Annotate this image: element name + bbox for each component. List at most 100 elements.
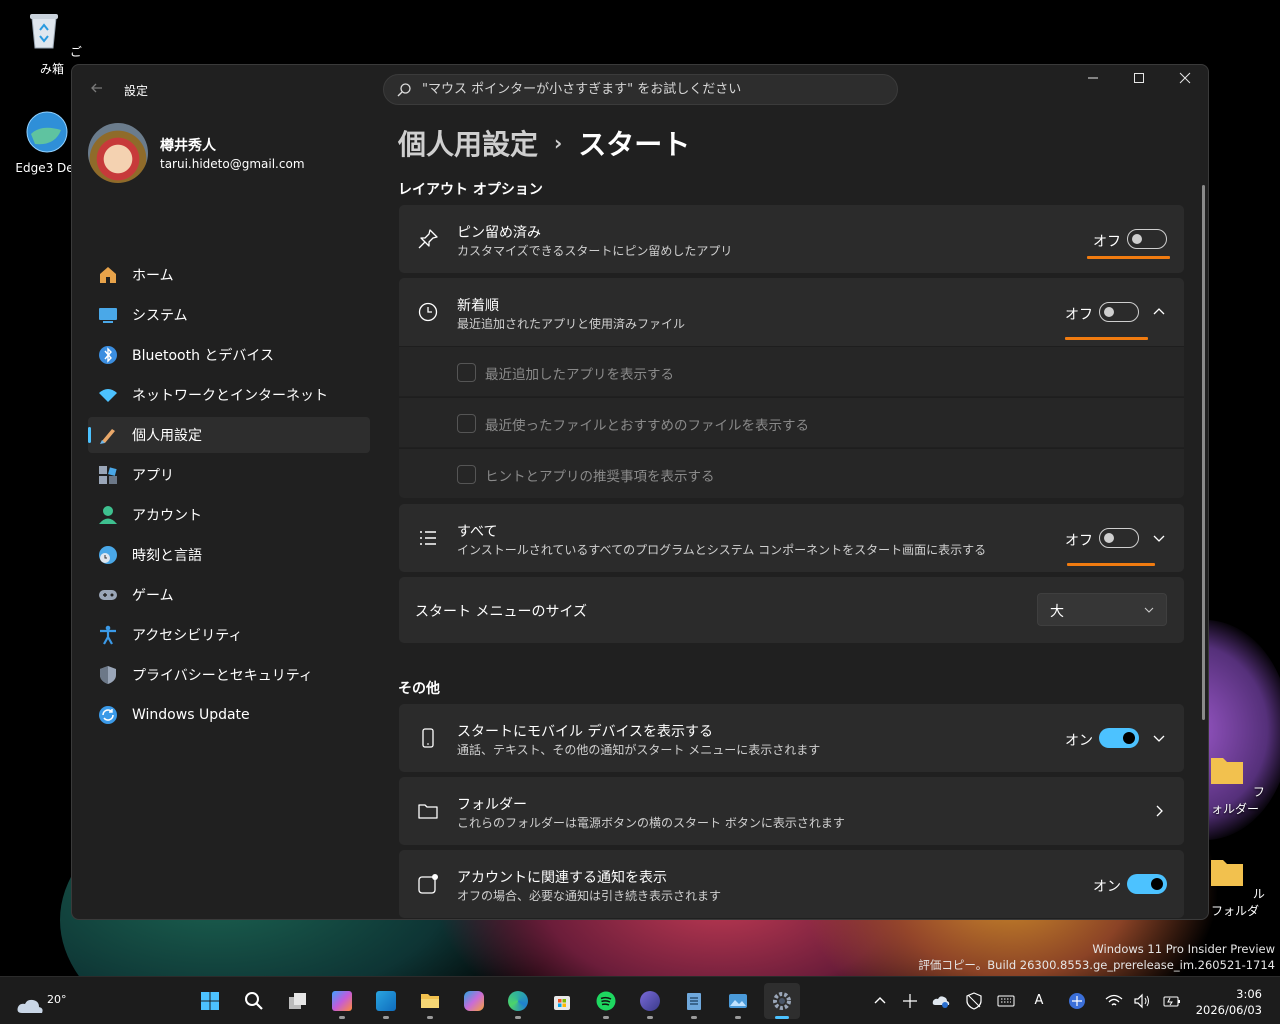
sidebar-item-home[interactable]: ホーム [88, 257, 370, 293]
photos-app[interactable] [720, 983, 756, 1019]
settings-app[interactable] [764, 983, 800, 1019]
close-button[interactable] [1162, 65, 1208, 97]
setting-title: スタート メニューのサイズ [415, 604, 588, 620]
taskbar: 20° A 3:06 2026/06/03 [0, 976, 1280, 1024]
onedrive-icon[interactable] [932, 992, 950, 1010]
gaming-icon [99, 590, 117, 600]
chevron-down-icon [1144, 607, 1154, 613]
m365-app[interactable] [324, 983, 360, 1019]
search-input[interactable] [422, 75, 882, 104]
breadcrumb-parent[interactable]: 個人用設定 [398, 128, 538, 161]
sidebar-item-privacy[interactable]: プライバシーとセキュリティ [88, 657, 370, 693]
option-label: 最近使ったファイルとおすすめのファイルを表示する [485, 418, 809, 434]
sidebar-item-label: 個人用設定 [132, 428, 202, 444]
recent-option-row: 最近使ったファイルとおすすめのファイルを表示する [399, 397, 1184, 447]
sidebar-item-bluetooth[interactable]: Bluetooth とデバイス [88, 337, 370, 373]
store-preview-icon [376, 991, 396, 1011]
setting-title: ピン留め済み [457, 225, 541, 241]
title-bar: 設定 [72, 65, 1208, 113]
settings-search[interactable] [383, 74, 898, 105]
chevron-up-icon[interactable] [1151, 304, 1167, 320]
spotify-icon [596, 991, 616, 1011]
clock-icon [418, 302, 438, 322]
chevron-down-icon[interactable] [1151, 730, 1167, 746]
desktop-icon-folder-2[interactable]: ルフォルダ [1200, 850, 1270, 919]
notepad-app[interactable] [676, 983, 712, 1019]
watermark-line: Windows 11 Pro Insider Preview [1092, 942, 1275, 956]
terminal-app[interactable] [632, 983, 668, 1019]
terminal-icon [640, 991, 660, 1011]
recent-option-row: 最近追加したアプリを表示する [399, 346, 1184, 396]
sidebar-item-network[interactable]: ネットワークとインターネット [88, 377, 370, 413]
system-clock[interactable]: 3:06 2026/06/03 [1196, 986, 1262, 1018]
battery-icon[interactable] [1163, 992, 1181, 1010]
pin-icon [418, 229, 438, 249]
wifi-icon[interactable] [1105, 992, 1123, 1010]
setting-description: カスタマイズできるスタートにピン留めしたアプリ [457, 244, 733, 258]
sidebar-item-apps[interactable]: アプリ [88, 457, 370, 493]
copilot-app[interactable] [456, 983, 492, 1019]
recent-files-checkbox[interactable] [457, 414, 476, 433]
minimize-button[interactable] [1070, 65, 1116, 97]
folders-setting-card[interactable]: フォルダー これらのフォルダーは電源ボタンの横のスタート ボタンに表示されます [399, 777, 1184, 845]
highlight-underline [1067, 563, 1155, 566]
sidebar-item-windows-update[interactable]: Windows Update [88, 697, 370, 733]
desktop-icon-folder[interactable]: フォルダー [1200, 748, 1270, 817]
sidebar-item-personalization[interactable]: 個人用設定 [88, 417, 370, 453]
spotify-app[interactable] [588, 983, 624, 1019]
sidebar-item-system[interactable]: システム [88, 297, 370, 333]
start-button[interactable] [192, 983, 228, 1019]
file-explorer-app[interactable] [412, 983, 448, 1019]
weather-widget[interactable]: 20° [16, 985, 67, 1017]
ime-mode-indicator[interactable]: A [1030, 992, 1048, 1010]
sidebar-item-time-language[interactable]: 時刻と言語 [88, 537, 370, 573]
maximize-button[interactable] [1116, 65, 1162, 97]
search-button[interactable] [236, 983, 272, 1019]
apps-icon [99, 466, 117, 484]
section-title-layout: レイアウト オプション [398, 182, 543, 198]
sidebar-item-label: Windows Update [132, 707, 250, 723]
move-icon[interactable] [901, 992, 919, 1010]
recent-setting-card[interactable]: 新着順 最近追加されたアプリと使用済みファイル オフ [399, 278, 1184, 346]
time-language-icon [99, 546, 117, 564]
task-view-button[interactable] [280, 983, 316, 1019]
pinned-toggle[interactable] [1127, 229, 1167, 249]
recent-apps-checkbox[interactable] [457, 363, 476, 382]
content-scrollbar[interactable] [1202, 185, 1205, 720]
sidebar-item-gaming[interactable]: ゲーム [88, 577, 370, 613]
chevron-up-icon[interactable] [871, 992, 889, 1010]
toggle-state-label: オフ [1065, 307, 1093, 323]
back-arrow-icon [91, 83, 102, 93]
start-size-dropdown[interactable]: 大 [1037, 593, 1167, 626]
photos-icon [729, 994, 747, 1008]
highlight-underline [1087, 256, 1170, 259]
tips-checkbox[interactable] [457, 465, 476, 484]
back-button[interactable] [86, 79, 108, 101]
profile-name: 樽井秀人 [160, 138, 216, 154]
mobile-device-setting-card[interactable]: スタートにモバイル デバイスを表示する 通話、テキスト、その他の通知がスタート … [399, 704, 1184, 772]
chevron-down-icon[interactable] [1151, 530, 1167, 546]
edge-app[interactable] [500, 983, 536, 1019]
recent-option-row: ヒントとアプリの推奨事項を表示する [399, 448, 1184, 498]
vpn-icon[interactable] [1068, 992, 1086, 1010]
setting-description: 最近追加されたアプリと使用済みファイル [457, 317, 686, 331]
app-title: 設定 [124, 84, 149, 98]
mobile-device-toggle[interactable] [1099, 728, 1139, 748]
chevron-right-icon[interactable] [1151, 803, 1167, 819]
avatar [88, 123, 148, 183]
all-apps-setting-card[interactable]: すべて インストールされているすべてのプログラムとシステム コンポーネントをスタ… [399, 504, 1184, 572]
user-profile[interactable]: 樽井秀人 tarui.hideto@gmail.com [88, 123, 378, 183]
volume-icon[interactable] [1133, 992, 1151, 1010]
account-notification-toggle[interactable] [1127, 874, 1167, 894]
recent-toggle[interactable] [1099, 302, 1139, 322]
setting-title: すべて [457, 524, 498, 540]
sidebar-item-accessibility[interactable]: アクセシビリティ [88, 617, 370, 653]
microsoft-store-app[interactable] [544, 983, 580, 1019]
system-icon [99, 308, 117, 323]
store-preview-app[interactable] [368, 983, 404, 1019]
defender-icon[interactable] [965, 992, 983, 1010]
settings-window: 設定 樽井秀人 tarui.hideto@gmail.com [71, 64, 1209, 920]
keyboard-icon[interactable] [997, 992, 1015, 1010]
all-apps-toggle[interactable] [1099, 528, 1139, 548]
sidebar-item-accounts[interactable]: アカウント [88, 497, 370, 533]
